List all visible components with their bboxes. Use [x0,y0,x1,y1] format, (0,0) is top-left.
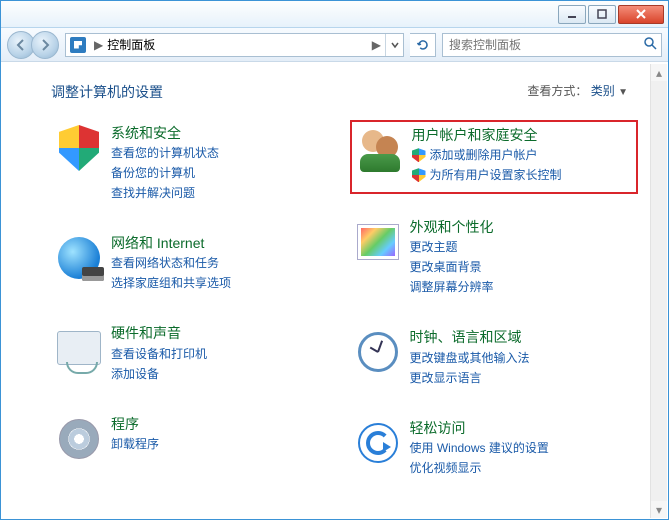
cat-title-system[interactable]: 系统和安全 [111,124,219,142]
cat-link[interactable]: 查看您的计算机状态 [111,144,219,162]
cat-hardware: 硬件和声音 查看设备和打印机 添加设备 [51,320,340,390]
cat-link[interactable]: 调整屏幕分辨率 [410,278,494,296]
cat-link[interactable]: 选择家庭组和共享选项 [111,274,231,292]
appearance-icon [354,218,402,266]
cat-link[interactable]: 查找并解决问题 [111,184,219,202]
view-by-value[interactable]: 类别 [591,84,615,98]
content-area: 调整计算机的设置 查看方式： 类别 ▼ 系统和安全 查看您的计算机状态 备份您的… [1,64,668,519]
control-panel-icon [70,37,86,53]
search-icon[interactable] [643,36,657,53]
cat-clock: 时钟、语言和区域 更改键盘或其他输入法 更改显示语言 [350,324,639,394]
users-icon [356,126,404,174]
cat-link[interactable]: 备份您的计算机 [111,164,219,182]
cat-link[interactable]: 卸载程序 [111,435,159,453]
cat-link[interactable]: 查看网络状态和任务 [111,254,231,272]
cat-appearance: 外观和个性化 更改主题 更改桌面背景 调整屏幕分辨率 [350,214,639,304]
cat-title-users[interactable]: 用户帐户和家庭安全 [412,126,562,144]
scroll-up-button[interactable]: ▴ [651,64,667,81]
breadcrumb-sep-2: ▶ [368,38,385,52]
printer-icon [55,324,103,372]
search-input[interactable] [447,37,643,53]
cat-title-hardware[interactable]: 硬件和声音 [111,324,207,342]
uac-shield-icon [412,148,426,162]
cat-link[interactable]: 为所有用户设置家长控制 [412,166,562,184]
cat-link[interactable]: 更改桌面背景 [410,258,494,276]
search-box[interactable] [442,33,662,57]
clock-icon [354,328,402,376]
globe-icon [55,234,103,282]
chevron-down-icon: ▼ [618,87,628,98]
minimize-button[interactable] [558,5,586,24]
cat-link[interactable]: 更改显示语言 [410,369,530,387]
forward-button[interactable] [31,31,59,59]
right-column: 用户帐户和家庭安全 添加或删除用户帐户 为所有用户设置家长控制 外观和个性化 更… [350,120,639,485]
cat-link[interactable]: 使用 Windows 建议的设置 [410,439,549,457]
nav-buttons [7,31,59,59]
cat-user-accounts: 用户帐户和家庭安全 添加或删除用户帐户 为所有用户设置家长控制 [350,120,639,194]
scroll-track[interactable] [651,81,667,501]
vertical-scrollbar[interactable]: ▴ ▾ [650,64,667,518]
cat-title-ease[interactable]: 轻松访问 [410,419,549,437]
close-button[interactable] [618,5,664,24]
left-column: 系统和安全 查看您的计算机状态 备份您的计算机 查找并解决问题 网络和 Inte… [51,120,340,485]
address-dropdown[interactable] [385,34,403,56]
breadcrumb-location[interactable]: 控制面板 [107,36,368,53]
titlebar [1,1,668,28]
cat-link[interactable]: 添加或删除用户帐户 [412,146,562,164]
cat-link[interactable]: 添加设备 [111,365,207,383]
ease-icon [354,419,402,467]
uac-shield-icon [412,168,426,182]
cat-network: 网络和 Internet 查看网络状态和任务 选择家庭组和共享选项 [51,230,340,300]
breadcrumb-sep: ▶ [90,38,107,52]
cat-title-network[interactable]: 网络和 Internet [111,234,231,252]
disc-icon [55,415,103,463]
cat-link[interactable]: 更改主题 [410,238,494,256]
cat-link[interactable]: 优化视频显示 [410,459,549,477]
cat-ease-of-access: 轻松访问 使用 Windows 建议的设置 优化视频显示 [350,415,639,485]
view-by[interactable]: 查看方式： 类别 ▼ [527,82,628,99]
maximize-button[interactable] [588,5,616,24]
view-by-label: 查看方式： [527,84,587,98]
address-bar[interactable]: ▶ 控制面板 ▶ [65,33,404,57]
category-grid: 系统和安全 查看您的计算机状态 备份您的计算机 查找并解决问题 网络和 Inte… [51,120,638,485]
control-panel-window: ▶ 控制面板 ▶ 调整计算机的设置 查看方式： 类别 ▼ [0,0,669,520]
cat-link[interactable]: 查看设备和打印机 [111,345,207,363]
navbar: ▶ 控制面板 ▶ [1,28,668,62]
cat-link[interactable]: 更改键盘或其他输入法 [410,349,530,367]
cat-system-security: 系统和安全 查看您的计算机状态 备份您的计算机 查找并解决问题 [51,120,340,210]
cat-programs: 程序 卸载程序 [51,411,340,471]
refresh-button[interactable] [410,33,436,57]
scroll-down-button[interactable]: ▾ [651,501,667,518]
shield-icon [55,124,103,172]
cat-title-programs[interactable]: 程序 [111,415,159,433]
cat-title-clock[interactable]: 时钟、语言和区域 [410,328,530,346]
cat-title-appearance[interactable]: 外观和个性化 [410,218,494,236]
